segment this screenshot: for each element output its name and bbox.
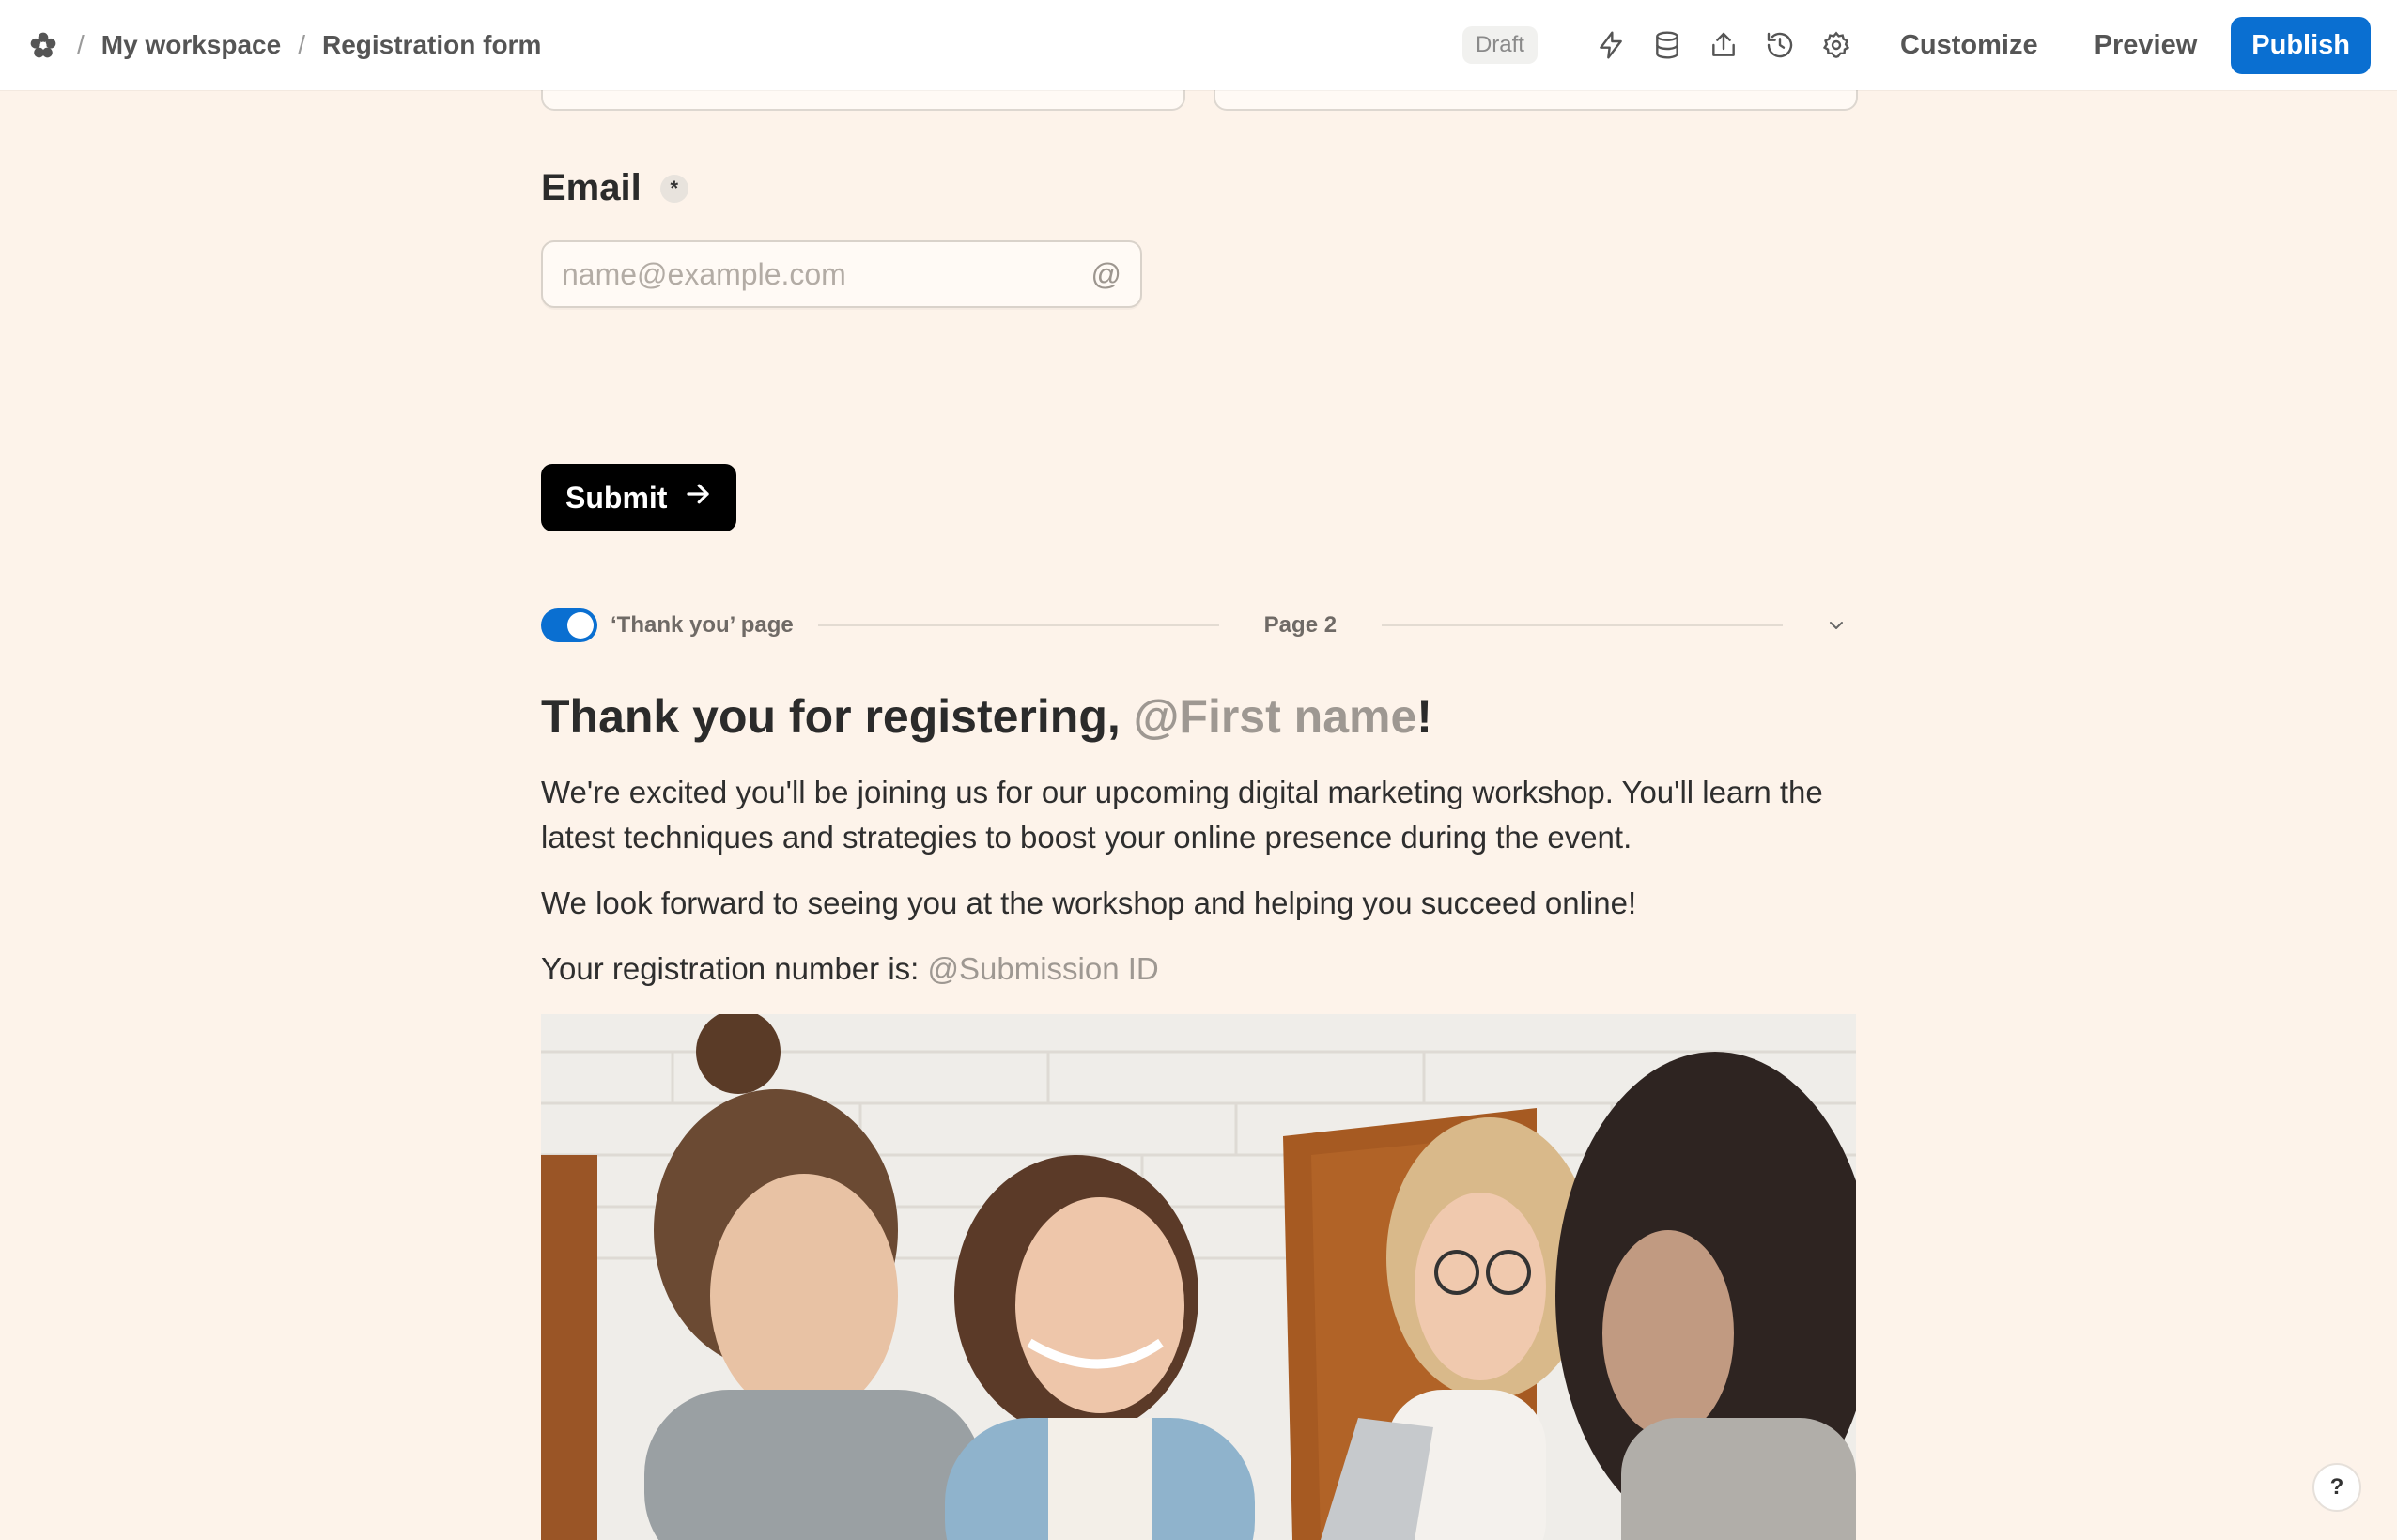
page-label: Page 2	[1263, 612, 1338, 638]
logo-icon[interactable]	[26, 28, 60, 62]
thank-you-title[interactable]: Thank you for registering, @First name!	[541, 689, 1432, 744]
registration-prefix: Your registration number is:	[541, 951, 920, 986]
required-icon: *	[659, 174, 688, 203]
email-input[interactable]	[562, 256, 1091, 292]
thank-you-toggle[interactable]	[541, 608, 597, 642]
email-label-text: Email	[541, 167, 642, 208]
arrow-right-icon	[684, 480, 712, 516]
thank-you-image[interactable]	[541, 1014, 1856, 1540]
breadcrumb-separator: /	[298, 30, 305, 59]
status-badge: Draft	[1461, 26, 1538, 64]
page-divider: ‘Thank you’ page Page 2	[541, 607, 1858, 644]
automation-icon[interactable]	[1583, 17, 1639, 73]
paragraph-closing[interactable]: We look forward to seeing you at the wor…	[541, 881, 1858, 926]
email-label: Email *	[541, 167, 688, 209]
breadcrumb-workspace[interactable]: My workspace	[101, 30, 281, 60]
submission-id-mention: @Submission ID	[927, 951, 1159, 986]
breadcrumb: / My workspace / Registration form	[26, 28, 541, 62]
breadcrumb-form[interactable]: Registration form	[322, 30, 541, 60]
top-bar: / My workspace / Registration form Draft…	[0, 0, 2397, 90]
paragraph-intro[interactable]: We're excited you'll be joining us for o…	[541, 770, 1858, 860]
breadcrumb-separator: /	[77, 30, 85, 59]
share-icon[interactable]	[1695, 17, 1752, 73]
title-prefix: Thank you for registering,	[541, 690, 1121, 743]
divider-line	[817, 624, 1219, 626]
first-name-mention: @First name	[1133, 690, 1417, 743]
submit-label: Submit	[565, 480, 668, 515]
help-button[interactable]: ?	[2312, 1463, 2361, 1512]
at-sign-icon: @	[1090, 256, 1121, 291]
divider-line	[1382, 624, 1784, 626]
history-icon[interactable]	[1752, 17, 1808, 73]
title-suffix: !	[1416, 690, 1432, 743]
customize-button[interactable]: Customize	[1879, 30, 2059, 61]
chevron-down-icon[interactable]	[1820, 609, 1852, 641]
submit-button[interactable]: Submit	[541, 464, 737, 531]
paragraph-registration[interactable]: Your registration number is: @Submission…	[541, 947, 1858, 992]
email-field[interactable]: @	[541, 240, 1142, 308]
publish-button[interactable]: Publish	[2231, 16, 2371, 74]
preview-button[interactable]: Preview	[2074, 30, 2219, 61]
settings-icon[interactable]	[1808, 17, 1864, 73]
thank-you-toggle-label: ‘Thank you’ page	[611, 612, 794, 638]
database-icon[interactable]	[1639, 17, 1695, 73]
